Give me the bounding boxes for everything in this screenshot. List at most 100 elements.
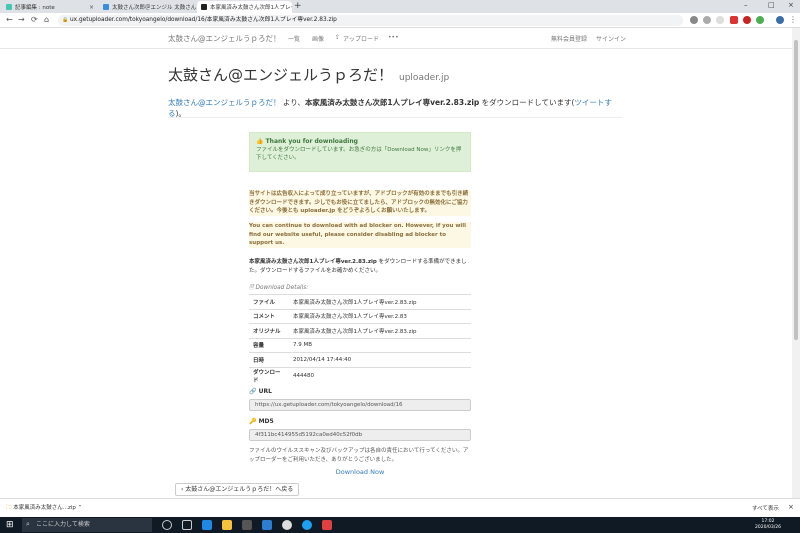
search-icon: ⌕ [26,520,30,528]
details-table: ファイル 本家風済み太鼓さん次郎1人プレイ専ver.2.83.zip コメント 本家風… [249,294,471,384]
chrome-icon[interactable] [282,520,292,530]
address-bar[interactable]: ux.getuploader.com/tokyoangelo/download/… [58,15,683,26]
md5-label-text: MD5 [258,418,274,425]
reload-icon[interactable]: ⟳ [31,15,38,24]
table-row: 容量 7.9 MB [249,337,471,353]
ready-text: 本家風済み太鼓さん次郎1人プレイ専ver.2.83.zip をダウンロードする準… [249,258,471,275]
site-brand[interactable]: 太鼓さん@エンジェルうｐろだ！ [168,33,281,44]
windows-taskbar: ⊞ ここに入力して検索 ⌕ 17:02 2020/03/26 [0,517,800,533]
close-tab-icon[interactable]: × [86,4,94,11]
forward-arrow-icon[interactable]: → [18,15,25,24]
minimize-button[interactable]: – [744,1,748,9]
detail-key: コメント [249,308,289,324]
app-blue-icon[interactable] [302,520,312,530]
menu-kebab-icon[interactable]: ⋮ [789,15,797,24]
download-now-link[interactable]: Download Now [249,468,471,476]
detail-value: 本家風済み太鼓さん次郎1人プレイ専ver.2.83.zip [289,294,471,309]
tab-note[interactable]: 記事編集 : note × [2,1,98,13]
extension-red-icon[interactable] [730,16,738,24]
zip-file-icon: 🗀 [6,505,12,511]
adblock-notice-en: You can continue to download with ad blo… [249,222,471,248]
show-all-button[interactable]: すべて表示 [752,504,779,512]
tab-label: 本家風済み太鼓さん次郎1人プレイ専ver.2.83.zip [210,5,292,11]
table-row: オリジナル 本家風済み太鼓さん次郎1人プレイ専ver.2.83.zip [249,323,471,338]
nav-signin-link[interactable]: サインイン [596,34,626,43]
detail-value: 本家風済み太鼓さん次郎1人プレイ専ver.2.83 [289,308,471,324]
mail-icon[interactable] [262,520,272,530]
system-clock[interactable]: 17:02 2020/03/26 [755,519,781,531]
lead-filename: 本家風済み太鼓さん次郎1人プレイ専ver.2.83.zip [304,98,480,107]
tab-strip: 記事編集 : note × 太鼓さん次郎＠エンジル 太鼓さん × 本家風済み太鼓… [0,0,800,13]
close-window-button[interactable]: × [788,1,794,9]
detail-key: ダウンロード [249,366,289,384]
home-icon[interactable]: ⌂ [44,15,49,24]
detail-value: 本家風済み太鼓さん次郎1人プレイ専ver.2.83.zip [289,323,471,338]
nav-list-link[interactable]: 一覧 [288,34,300,43]
thumbs-up-icon: 👍 [256,138,264,145]
extension-badge-icon[interactable] [743,16,751,24]
app-red-icon[interactable] [322,520,332,530]
page-subtitle: uploader.jp [399,73,450,83]
table-row: ダウンロード 444480 [249,366,471,384]
extension-green-icon[interactable] [756,16,764,24]
file-icon: 🗎 [249,285,254,291]
scrollbar-thumb[interactable] [794,40,798,340]
detail-value: 444480 [289,366,471,384]
note-favicon-icon [6,4,12,10]
clock-date: 2020/03/26 [755,525,781,530]
chevron-up-icon[interactable]: ⌃ [78,505,83,511]
adblock-notice-jp: 当サイトは広告収入によって成り立っていますが、アドブロックが有効のままでも引き続… [249,190,471,216]
nav-images-link[interactable]: 画像 [312,34,324,43]
url-field[interactable]: https://ux.getuploader.com/tokyoangelo/d… [249,399,471,411]
detail-value: 2012/04/14 17:44:40 [289,352,471,367]
site-navbar: 太鼓さん@エンジェルうｐろだ！ 一覧 画像 ⇪ アップロード ••• 無料会員登… [0,28,792,49]
detail-value: 7.9 MB [289,337,471,353]
uploader-favicon-icon [103,4,109,10]
divider [168,117,623,118]
lead-paragraph: 太鼓さん@エンジェルうｐろだ！ より、本家風済み太鼓さん次郎1人プレイ専ver.… [168,97,618,119]
download-shelf: 🗀 本家風済み太鼓さん...zip ⌃ すべて表示 × [0,498,800,517]
detail-key: 容量 [249,337,289,353]
close-shelf-icon[interactable]: × [788,503,794,511]
file-explorer-icon[interactable] [222,520,232,530]
tab-uploader-2[interactable]: 太鼓さん次郎＠エンジル 太鼓さん × [99,1,196,13]
download-item-label: 本家風済み太鼓さん...zip [13,505,76,511]
task-view-icon[interactable] [182,520,192,530]
back-arrow-icon[interactable]: ← [6,15,13,24]
ready-filename: 本家風済み太鼓さん次郎1人プレイ専ver.2.83.zip [249,259,377,265]
bookmark-star-icon[interactable] [716,16,724,24]
upload-icon[interactable]: ⇪ [335,34,340,41]
lock-icon[interactable]: 🔒 [62,17,68,23]
back-to-uploader-button[interactable]: ‹ 太鼓さん@エンジェルうｐろだ！へ戻る [175,483,300,496]
cortana-icon[interactable] [162,520,172,530]
alert-heading-text: Thank you for downloading [265,138,358,145]
store-icon[interactable] [242,520,252,530]
nav-register-link[interactable]: 無料会員登録 [551,34,587,43]
profile-avatar[interactable] [776,16,784,24]
tab-label: 太鼓さん次郎＠エンジル 太鼓さん [112,5,196,11]
tab-download-active[interactable]: 本家風済み太鼓さん次郎1人プレイ専ver.2.83.zip × [197,1,292,13]
md5-label: 🔑 MD5 [249,418,274,425]
windows-start-icon[interactable]: ⊞ [6,520,14,530]
key-icon: 🔑 [249,418,257,425]
table-row: コメント 本家風済み太鼓さん次郎1人プレイ専ver.2.83 [249,308,471,324]
alert-heading: 👍 Thank you for downloading [256,138,464,146]
page-title-text: 太鼓さん@エンジェルうｐろだ！ [168,66,394,84]
detail-key: ファイル [249,294,289,309]
lead-mid: より、 [280,98,305,107]
new-tab-button[interactable]: + [294,1,302,11]
table-row: 日時 2012/04/14 17:44:40 [249,352,471,367]
url-label-text: URL [258,388,272,395]
nav-upload-link[interactable]: アップロード [343,34,379,43]
download-item[interactable]: 🗀 本家風済み太鼓さん...zip ⌃ [6,503,82,513]
edge-icon[interactable] [202,520,212,530]
uploader-link[interactable]: 太鼓さん@エンジェルうｐろだ！ [168,98,281,107]
detail-key: オリジナル [249,323,289,338]
md5-field[interactable]: 4f311bc414955d5192ca0ed40c52f0db [249,429,471,441]
nav-more-dropdown[interactable]: ••• [388,34,399,41]
link-icon: 🔗 [249,388,257,395]
maximize-button[interactable]: □ [768,1,775,9]
cast-icon[interactable] [690,16,698,24]
taskbar-search[interactable]: ここに入力して検索 [22,518,152,532]
eye-icon[interactable] [703,16,711,24]
